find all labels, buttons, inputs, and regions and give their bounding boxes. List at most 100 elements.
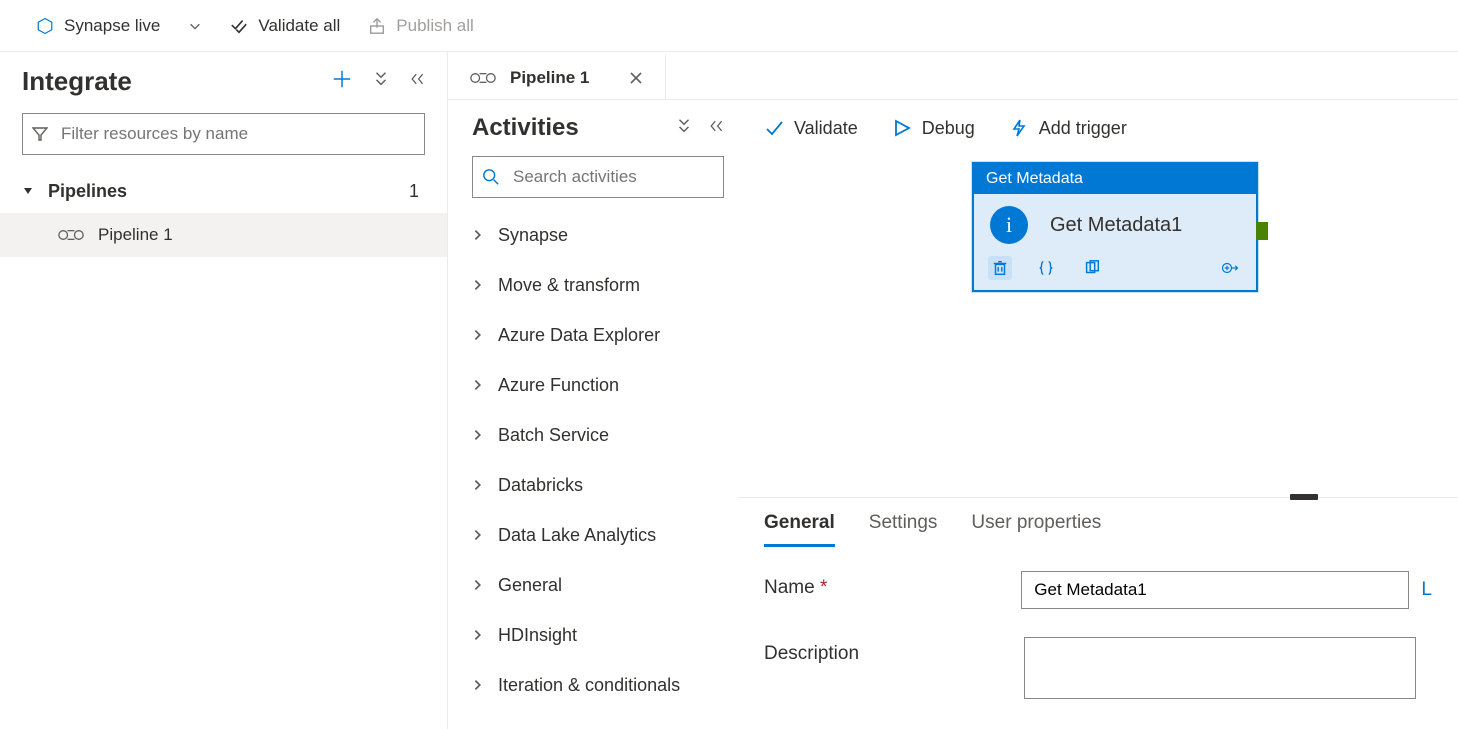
properties-tab[interactable]: General: [764, 512, 835, 547]
trash-icon: [991, 259, 1009, 277]
publish-all-button[interactable]: Publish all: [362, 12, 480, 40]
activity-category-label: Iteration & conditionals: [498, 675, 680, 696]
learn-more-link[interactable]: L: [1421, 579, 1432, 601]
pipelines-tree-group[interactable]: Pipelines 1: [0, 169, 447, 213]
filter-icon: [32, 126, 48, 142]
editor-area: Pipeline 1 Activities: [448, 52, 1458, 729]
activity-code-button[interactable]: [1034, 256, 1058, 280]
chevron-double-down-icon: [373, 70, 389, 88]
chevron-right-icon: [472, 228, 484, 242]
pipeline-canvas[interactable]: Get Metadata i Get Metadata1: [738, 156, 1458, 497]
chevron-double-left-icon: [708, 117, 724, 135]
open-tabs-strip: Pipeline 1: [448, 52, 1458, 100]
activity-category[interactable]: Azure Function: [472, 360, 724, 410]
description-field-label: Description: [764, 643, 859, 664]
synapse-hex-icon: [36, 17, 54, 35]
chevron-right-icon: [472, 378, 484, 392]
debug-button[interactable]: Debug: [892, 118, 975, 139]
activity-category[interactable]: Move & transform: [472, 260, 724, 310]
activity-category-label: HDInsight: [498, 625, 577, 646]
activity-category[interactable]: Iteration & conditionals: [472, 660, 724, 710]
pipeline-icon: [470, 69, 496, 87]
activity-category-label: General: [498, 575, 562, 596]
triangle-down-icon: [22, 185, 34, 197]
filter-resources-input[interactable]: [22, 113, 425, 155]
activity-type-label: Get Metadata: [974, 164, 1256, 194]
checkmark-icon: [764, 118, 784, 138]
activities-title: Activities: [472, 114, 579, 142]
properties-tab[interactable]: Settings: [869, 512, 938, 547]
add-arrow-icon: [1221, 259, 1239, 277]
activities-expand-all-button[interactable]: [676, 117, 692, 140]
pipeline-item-label: Pipeline 1: [98, 225, 173, 245]
chevron-down-icon: [188, 19, 202, 33]
add-trigger-button[interactable]: Add trigger: [1009, 118, 1127, 139]
activity-card-get-metadata[interactable]: Get Metadata i Get Metadata1: [972, 162, 1258, 292]
activity-category[interactable]: Synapse: [472, 210, 724, 260]
required-asterisk: *: [820, 577, 827, 598]
canvas-toolbar: Validate Debug Add trigger: [738, 100, 1458, 156]
integrate-title: Integrate: [22, 66, 132, 97]
activity-add-output-button[interactable]: [1218, 256, 1242, 280]
validate-all-button[interactable]: Validate all: [224, 12, 346, 40]
activity-category[interactable]: General: [472, 560, 724, 610]
validate-button[interactable]: Validate: [764, 118, 858, 139]
plus-icon: [331, 68, 353, 90]
chevron-right-icon: [472, 328, 484, 342]
activity-success-output-handle[interactable]: [1256, 222, 1268, 240]
expand-all-button[interactable]: [373, 70, 389, 93]
activities-search-input[interactable]: [472, 156, 724, 198]
activity-description-input[interactable]: [1024, 637, 1416, 699]
activity-category-label: Azure Function: [498, 375, 619, 396]
close-icon[interactable]: [629, 71, 643, 85]
activities-category-list: Synapse Move & transform Azure Data Explor…: [472, 210, 724, 710]
activity-category-label: Databricks: [498, 475, 583, 496]
chevron-right-icon: [472, 428, 484, 442]
chevron-double-left-icon: [409, 70, 425, 88]
pipeline-tree-item[interactable]: Pipeline 1: [0, 213, 447, 257]
search-icon: [482, 168, 500, 186]
add-trigger-label: Add trigger: [1039, 118, 1127, 139]
activities-panel: Activities: [448, 100, 738, 729]
integrate-panel: Integrate: [0, 52, 448, 729]
validate-all-label: Validate all: [258, 16, 340, 36]
validate-label: Validate: [794, 118, 858, 139]
pipeline-tab[interactable]: Pipeline 1: [448, 52, 666, 99]
add-resource-button[interactable]: [331, 68, 353, 95]
chevron-right-icon: [472, 528, 484, 542]
properties-tabs: General Settings User properties: [738, 498, 1458, 547]
publish-all-label: Publish all: [396, 16, 474, 36]
publish-icon: [368, 17, 386, 35]
tab-label: Pipeline 1: [510, 68, 589, 88]
activities-collapse-button[interactable]: [708, 117, 724, 140]
top-command-bar: Synapse live Validate all Publish all: [0, 0, 1458, 52]
activity-delete-button[interactable]: [988, 256, 1012, 280]
chevron-right-icon: [472, 628, 484, 642]
activity-category[interactable]: Batch Service: [472, 410, 724, 460]
checkmark-all-icon: [230, 17, 248, 35]
activity-category-label: Data Lake Analytics: [498, 525, 656, 546]
debug-label: Debug: [922, 118, 975, 139]
pipelines-group-count: 1: [409, 181, 425, 202]
properties-tab[interactable]: User properties: [971, 512, 1101, 547]
activity-category[interactable]: Data Lake Analytics: [472, 510, 724, 560]
activity-instance-name: Get Metadata1: [1050, 214, 1182, 237]
activity-category[interactable]: HDInsight: [472, 610, 724, 660]
activity-category-label: Move & transform: [498, 275, 640, 296]
activity-category[interactable]: Azure Data Explorer: [472, 310, 724, 360]
workspace-mode-label: Synapse live: [64, 16, 160, 36]
name-field-label: Name: [764, 577, 815, 598]
chevron-right-icon: [472, 478, 484, 492]
activity-category-label: Synapse: [498, 225, 568, 246]
activity-name-input[interactable]: [1021, 571, 1409, 609]
pane-resize-handle[interactable]: [1290, 494, 1318, 500]
activity-copy-button[interactable]: [1080, 256, 1104, 280]
chevron-double-down-icon: [676, 117, 692, 135]
activity-category-label: Batch Service: [498, 425, 609, 446]
pipeline-icon: [58, 226, 84, 244]
collapse-panel-button[interactable]: [409, 70, 425, 93]
pipelines-group-label: Pipelines: [48, 181, 127, 202]
activity-category-label: Azure Data Explorer: [498, 325, 660, 346]
activity-category[interactable]: Databricks: [472, 460, 724, 510]
workspace-mode-selector[interactable]: Synapse live: [30, 12, 208, 40]
